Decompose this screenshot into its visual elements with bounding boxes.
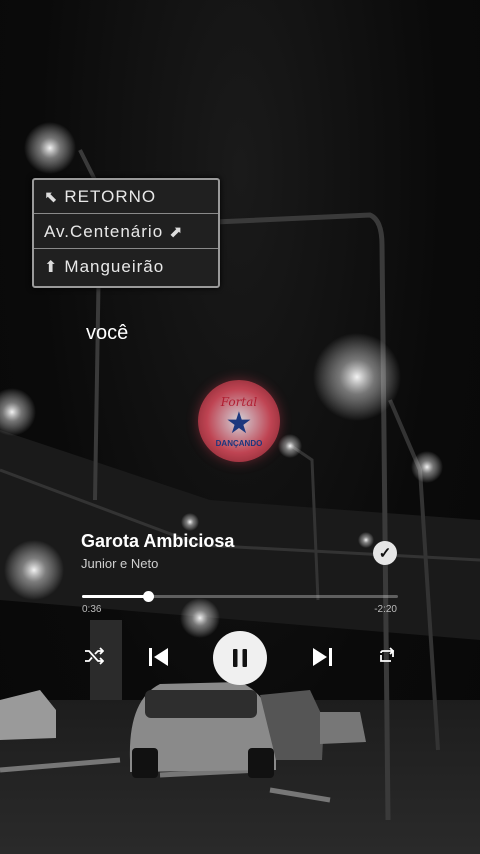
time-elapsed: 0:36 xyxy=(82,604,102,615)
progress-fill xyxy=(82,595,149,598)
lyric-line: você xyxy=(86,322,129,344)
track-artist[interactable]: Junior e Neto xyxy=(81,556,158,571)
next-track-icon[interactable] xyxy=(310,644,336,670)
progress-bar[interactable] xyxy=(82,591,398,602)
sign-line-retorno: ⬉ RETORNO xyxy=(34,180,218,214)
liked-check-icon[interactable]: ✓ xyxy=(373,541,397,565)
previous-track-icon[interactable] xyxy=(145,644,171,670)
flag-sticker: Fortal ★ DANÇANDO xyxy=(198,380,280,462)
sticker-text-bottom: DANÇANDO xyxy=(215,438,263,448)
sign-line-mangueirao: ⬆ Mangueirão xyxy=(34,250,218,284)
playback-controls xyxy=(82,631,398,687)
sign-line-avenue: Av.Centenário ⬈ xyxy=(34,215,218,249)
arrow-up-icon: ⬆ xyxy=(44,259,59,276)
pause-icon xyxy=(233,649,247,667)
sign-text: Mangueirão xyxy=(64,257,165,276)
pause-button[interactable] xyxy=(213,631,267,685)
time-remaining: -2:20 xyxy=(374,604,397,615)
arrow-up-left-icon: ⬉ xyxy=(44,188,59,206)
arrow-up-right-icon: ⬈ xyxy=(169,223,184,241)
sign-text: RETORNO xyxy=(64,186,157,206)
repeat-icon[interactable] xyxy=(375,644,399,668)
track-title: Garota Ambiciosa xyxy=(81,531,235,551)
sign-text: Av.Centenário xyxy=(44,221,164,241)
road-sign: ⬉ RETORNO Av.Centenário ⬈ ⬆ Mangueirão xyxy=(32,178,220,288)
shuffle-icon[interactable] xyxy=(82,644,106,668)
star-icon: ★ xyxy=(225,406,253,440)
